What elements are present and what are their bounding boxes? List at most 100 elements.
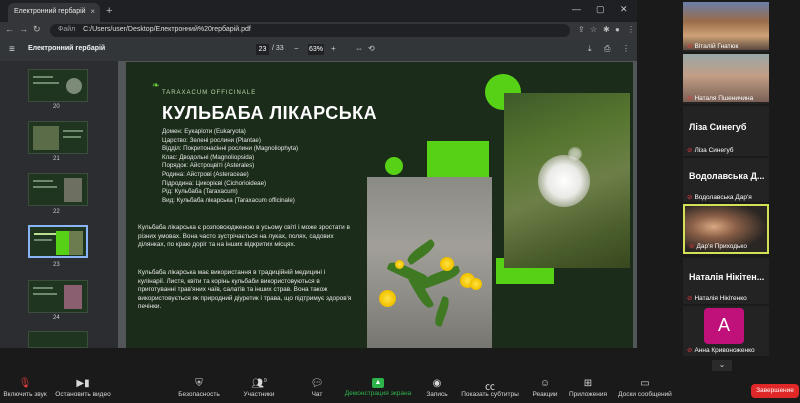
profile-icon[interactable]: ● bbox=[615, 25, 620, 34]
participant-tile[interactable]: Водолавська Д... ⊘ Водолавська Дар'я bbox=[683, 158, 769, 202]
page-number-input[interactable]: 23 bbox=[256, 44, 269, 55]
end-meeting-button[interactable]: Завершение bbox=[751, 384, 799, 398]
flower bbox=[470, 278, 482, 290]
print-icon[interactable]: ⎙ bbox=[604, 44, 610, 54]
tab-bar: Електронний гербарій × + — ▢ ✕ bbox=[0, 0, 637, 22]
thumbnail-number: 23 bbox=[53, 262, 60, 268]
extensions-icon[interactable]: ✱ bbox=[603, 25, 610, 34]
url-field[interactable]: Файл C:/Users/user/Desktop/Електронний%2… bbox=[50, 24, 570, 37]
whiteboard-button[interactable]: ▭ Доски сообщений bbox=[615, 378, 675, 398]
taxonomy-line: Домен: Еукаріоти (Eukaryota) bbox=[162, 128, 246, 135]
close-tab-icon[interactable]: × bbox=[90, 7, 95, 16]
thumbnail-page-22[interactable] bbox=[28, 173, 88, 206]
thumbnail-number: 24 bbox=[53, 315, 60, 321]
cc-icon: ㏄ bbox=[485, 382, 495, 393]
more-options-icon[interactable]: ⋮ bbox=[622, 44, 630, 53]
participant-name: ⊘ Наталя Пшеничина bbox=[687, 95, 754, 102]
unmute-label: Включить звук bbox=[3, 391, 47, 398]
chat-button[interactable]: 💬︎ Чат bbox=[302, 378, 332, 398]
reactions-button[interactable]: ☺ Реакции bbox=[530, 378, 560, 398]
participant-tile-active[interactable]: ⊘ Дар'я Приходько bbox=[683, 204, 769, 254]
scroll-down-chevron-icon[interactable]: ⌄ bbox=[712, 360, 732, 371]
whiteboard-label: Доски сообщений bbox=[618, 391, 672, 398]
apps-button[interactable]: ⊞ Приложения bbox=[567, 378, 609, 398]
decor-circle-small bbox=[385, 157, 403, 175]
share-screen-button[interactable]: ▲ Демонстрация экрана bbox=[343, 378, 413, 397]
smiley-icon: ☺ bbox=[539, 378, 551, 389]
shield-icon: ⛨ bbox=[195, 378, 203, 389]
leaf-shape bbox=[432, 295, 452, 328]
flower bbox=[395, 260, 404, 269]
taxonomy-list: Домен: Еукаріоти (Eukaryota) Царство: Зе… bbox=[162, 128, 298, 205]
download-icon[interactable]: ⤓ bbox=[588, 44, 592, 54]
thumbnail-page-25[interactable] bbox=[28, 331, 88, 348]
taxonomy-line: Рід: Кульбаба (Taraxacum) bbox=[162, 188, 238, 196]
dandelion-flowers-photo bbox=[367, 177, 492, 348]
minimize-icon[interactable]: — bbox=[572, 4, 581, 14]
zoom-out-icon[interactable]: − bbox=[294, 44, 299, 53]
participant-avatar: A bbox=[704, 308, 744, 344]
record-icon: ◉ bbox=[432, 378, 442, 389]
participant-name: ⊘ Дар'я Приходько bbox=[689, 243, 747, 250]
subtitles-button[interactable]: ㏄ Показать субтитры bbox=[460, 378, 520, 398]
apps-icon: ⊞ bbox=[583, 378, 593, 389]
participants-button[interactable]: 👥︎9 Участники bbox=[236, 378, 282, 398]
maximize-icon[interactable]: ▢ bbox=[596, 4, 605, 15]
thumbnail-page-20[interactable] bbox=[28, 69, 88, 102]
meeting-toolbar: 🎙︎ Включить звук ▶▮ Остановить видео ⛨ Безо… bbox=[0, 378, 800, 403]
rotate-icon[interactable]: ⟲ bbox=[368, 44, 375, 53]
participant-tile[interactable]: Ліза Синегуб ⊘ Ліза Синегуб bbox=[683, 106, 769, 156]
hamburger-menu-icon[interactable]: ≡ bbox=[9, 44, 15, 55]
seed-puff bbox=[568, 147, 582, 161]
participant-name: ⊘ Водолавська Дар'я bbox=[687, 194, 752, 201]
security-label: Безопасность bbox=[178, 391, 220, 398]
leaf-icon: ❧ bbox=[152, 80, 160, 90]
participants-count: 9 bbox=[263, 378, 267, 384]
paragraph-usage: Кульбаба лікарська має використання в тр… bbox=[138, 269, 352, 311]
participant-tile[interactable]: ⊘ Наталя Пшеничина bbox=[683, 54, 769, 104]
leaf-shape bbox=[418, 265, 462, 290]
pdf-toolbar: ≡ Електронний гербарій 23 / 33 − 63% + ⇔… bbox=[0, 39, 637, 61]
thumb-line bbox=[33, 180, 53, 182]
close-window-icon[interactable]: ✕ bbox=[620, 4, 628, 15]
bookmark-icon[interactable]: ☆ bbox=[590, 25, 597, 34]
thumbnail-page-21[interactable] bbox=[28, 121, 88, 154]
thumb-line bbox=[34, 233, 56, 235]
reload-icon[interactable]: ↻ bbox=[33, 24, 41, 35]
flower bbox=[440, 257, 454, 271]
slide-title: КУЛЬБАБА ЛІКАРСЬКА bbox=[162, 103, 378, 123]
thumb-image bbox=[69, 231, 83, 255]
participant-name: ⊘ Віталій Гнатюк bbox=[687, 43, 739, 50]
fit-page-icon[interactable]: ⇔ bbox=[355, 44, 363, 53]
thumb-line bbox=[33, 293, 57, 295]
muted-mic-icon: ⊘ bbox=[687, 43, 693, 50]
share-page-icon[interactable]: ⇪ bbox=[578, 25, 585, 34]
unmute-button[interactable]: 🎙︎ Включить звук bbox=[2, 378, 48, 398]
participant-display-name: Наталія Нікітен... bbox=[689, 272, 765, 282]
participant-tile[interactable]: Наталія Нікітен... ⊘ Наталія Нікітенко bbox=[683, 258, 769, 304]
pdf-title: Електронний гербарій bbox=[28, 45, 106, 52]
forward-icon[interactable]: → bbox=[19, 24, 28, 34]
thumbnail-page-23[interactable] bbox=[28, 225, 88, 258]
pdf-slide: ❧ TARAXACUM OFFICINALE КУЛЬБАБА ЛІКАРСЬК… bbox=[126, 62, 633, 348]
people-icon: 👥︎9 bbox=[251, 378, 267, 390]
zoom-input[interactable]: 63% bbox=[308, 44, 324, 55]
new-tab-icon[interactable]: + bbox=[106, 5, 112, 17]
address-bar-row: ← → ↻ Файл C:/Users/user/Desktop/Електро… bbox=[0, 22, 637, 39]
muted-mic-icon: 🎙︎ bbox=[18, 378, 32, 389]
thumbnail-number: 20 bbox=[53, 104, 60, 110]
page-total: / 33 bbox=[272, 45, 284, 52]
participant-tile[interactable]: ⊘ Віталій Гнатюк bbox=[683, 2, 769, 52]
browser-menu-icon[interactable]: ⋮ bbox=[627, 25, 635, 34]
back-icon[interactable]: ← bbox=[5, 24, 14, 34]
security-button[interactable]: ⛨ Безопасность bbox=[176, 378, 222, 398]
record-button[interactable]: ◉ Запись bbox=[422, 378, 452, 398]
tab-title: Електронний гербарій bbox=[14, 8, 86, 15]
thumbnail-page-24[interactable] bbox=[28, 280, 88, 313]
browser-tab[interactable]: Електронний гербарій × bbox=[8, 3, 100, 22]
zoom-in-icon[interactable]: + bbox=[331, 44, 336, 53]
thumbnail-number: 21 bbox=[53, 156, 60, 162]
stop-video-button[interactable]: ▶▮ Остановить видео bbox=[54, 378, 112, 398]
participant-display-name: Ліза Синегуб bbox=[689, 122, 747, 132]
file-label: Файл bbox=[58, 26, 76, 33]
